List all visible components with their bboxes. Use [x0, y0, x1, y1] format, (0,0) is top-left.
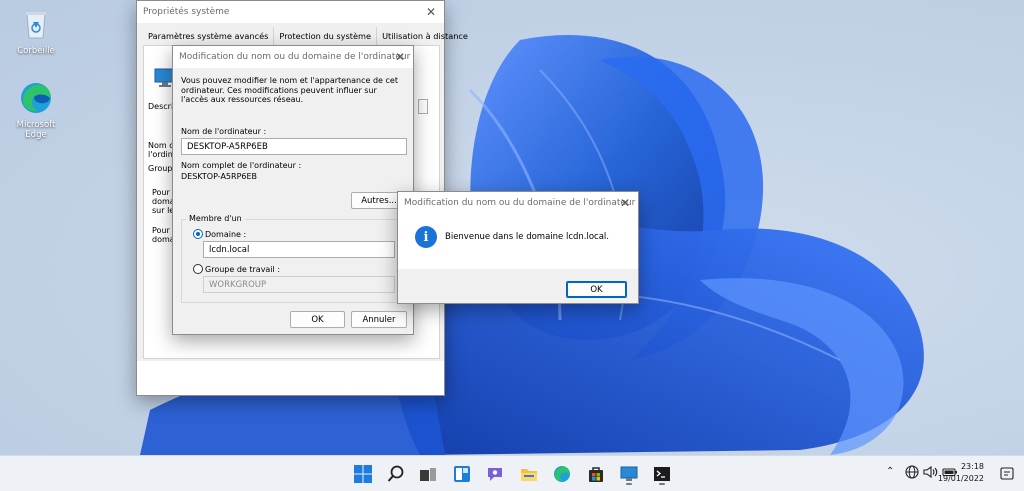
- close-button[interactable]: ✕: [616, 194, 634, 212]
- message-area: i Bienvenue dans le domaine lcdn.local.: [398, 214, 638, 269]
- task-view-button[interactable]: [416, 462, 440, 486]
- welcome-domain-dialog: Modification du nom ou du domaine de l'o…: [397, 191, 639, 304]
- close-icon: ✕: [425, 5, 437, 19]
- search-icon: [387, 465, 404, 482]
- domain-radio[interactable]: [193, 229, 203, 239]
- terminal-icon: [654, 467, 670, 481]
- close-button[interactable]: ✕: [422, 3, 440, 21]
- search-button[interactable]: [384, 462, 408, 486]
- chevron-up-icon: ⌃: [886, 466, 895, 477]
- store-icon: [589, 467, 603, 482]
- full-name-label: Nom complet de l'ordinateur :: [181, 161, 302, 170]
- dialog-titlebar: Modification du nom ou du domaine de l'o…: [173, 46, 413, 68]
- active-indicator: [659, 483, 665, 485]
- store-button[interactable]: [584, 462, 608, 486]
- ok-button[interactable]: OK: [290, 311, 345, 328]
- file-explorer-button[interactable]: [517, 462, 541, 486]
- show-hidden-icons-button[interactable]: ⌃: [886, 466, 894, 477]
- edge-icon: [554, 466, 570, 482]
- description-field-edge[interactable]: [418, 99, 428, 114]
- start-button[interactable]: [351, 462, 375, 486]
- task-view-icon: [420, 468, 436, 481]
- chat-icon: [488, 468, 502, 481]
- welcome-message: Bienvenue dans le domaine lcdn.local.: [445, 232, 609, 242]
- window-titlebar: Propriétés système ✕: [137, 1, 444, 23]
- network-button[interactable]: [905, 465, 919, 482]
- domain-label: Domaine :: [205, 230, 247, 239]
- computer-name-label: Nom de l'ordinateur :: [181, 127, 267, 136]
- workgroup-label: Groupe de travail :: [205, 265, 281, 274]
- widgets-button[interactable]: [450, 462, 474, 486]
- intro-text: Vous pouvez modifier le nom et l'apparte…: [181, 76, 398, 104]
- clock[interactable]: 23:18 19/01/2022: [938, 461, 984, 485]
- volume-button[interactable]: [923, 465, 939, 482]
- recycle-bin-icon: [18, 6, 54, 42]
- dialog-title: Modification du nom ou du domaine de l'o…: [179, 52, 411, 62]
- taskbar: ⌃ 23:18 19/01/2022: [0, 455, 1024, 491]
- ok-button[interactable]: OK: [566, 281, 627, 298]
- start-icon: [354, 465, 372, 483]
- edge-button[interactable]: [550, 462, 574, 486]
- tab-system-protection[interactable]: Protection du système: [274, 27, 378, 45]
- rename-computer-dialog: Modification du nom ou du domaine de l'o…: [172, 45, 414, 335]
- active-indicator: [626, 483, 632, 485]
- full-name-value: DESKTOP-A5RP6EB: [181, 172, 258, 181]
- globe-icon: [905, 465, 919, 479]
- dialog-title: Modification du nom ou du domaine de l'o…: [404, 198, 636, 208]
- tab-advanced-settings[interactable]: Paramètres système avancés: [143, 27, 275, 45]
- member-of-label: Membre d'un: [186, 214, 245, 223]
- workgroup-radio[interactable]: [193, 264, 203, 274]
- close-button[interactable]: ✕: [391, 48, 409, 66]
- tab-strip: Paramètres système avancés Protection du…: [143, 27, 468, 45]
- system-properties-button[interactable]: [617, 462, 641, 486]
- domain-input[interactable]: lcdn.local: [203, 241, 395, 258]
- desktop-icon-recycle-bin[interactable]: Corbeille: [5, 6, 67, 56]
- close-icon: ✕: [619, 196, 631, 210]
- window-footer: [137, 361, 444, 395]
- desktop-icon-edge[interactable]: Microsoft Edge: [5, 80, 67, 140]
- workgroup-input: WORKGROUP: [203, 276, 395, 293]
- clock-date: 19/01/2022: [937, 474, 984, 483]
- tab-remote[interactable]: Utilisation à distance: [377, 27, 473, 45]
- info-icon: i: [415, 226, 437, 248]
- chat-button[interactable]: [483, 462, 507, 486]
- desktop-icon-label: Microsoft Edge: [16, 120, 56, 140]
- dialog-titlebar: Modification du nom ou du domaine de l'o…: [398, 192, 638, 214]
- window-title: Propriétés système: [143, 7, 230, 17]
- terminal-button[interactable]: [650, 462, 674, 486]
- edge-icon: [18, 80, 54, 116]
- system-properties-icon: [620, 466, 638, 481]
- computer-name-input[interactable]: DESKTOP-A5RP6EB: [181, 138, 407, 155]
- clock-time: 23:18: [960, 462, 984, 471]
- notification-icon: [1000, 467, 1014, 480]
- notifications-button[interactable]: [1000, 467, 1014, 481]
- desktop-icon-label: Corbeille: [17, 46, 55, 56]
- close-icon: ✕: [394, 50, 406, 64]
- file-explorer-icon: [521, 469, 537, 481]
- cancel-button[interactable]: Annuler: [351, 311, 407, 328]
- widgets-icon: [454, 466, 470, 482]
- speaker-icon: [923, 465, 938, 479]
